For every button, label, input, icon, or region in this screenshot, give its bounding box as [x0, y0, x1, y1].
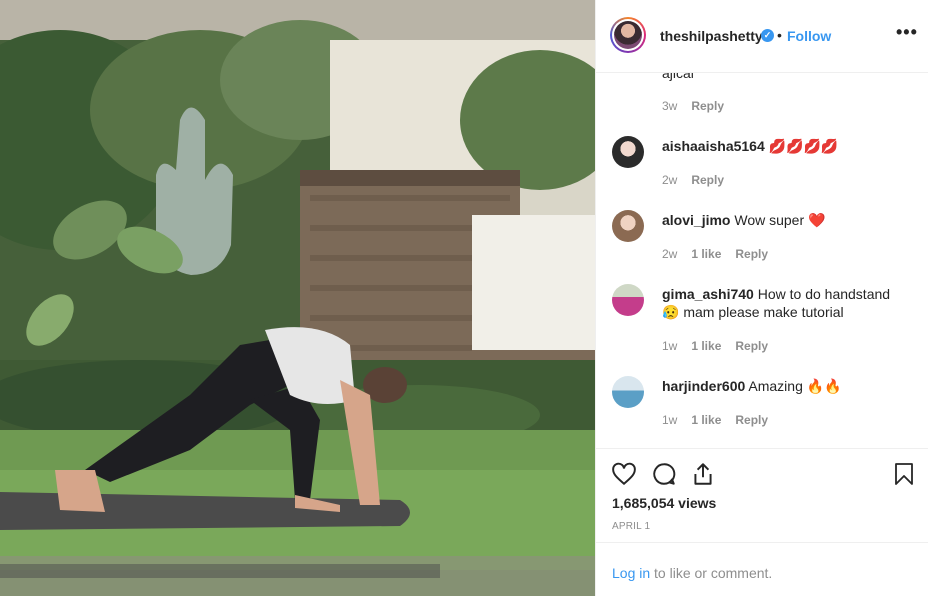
bookmark-icon[interactable] — [892, 461, 916, 487]
comment-time: 2w — [662, 173, 678, 187]
comment-likes[interactable]: 1 like — [691, 247, 721, 261]
video-frame-illustration — [0, 0, 595, 596]
comment-time: 1w — [662, 339, 678, 353]
comment-time: 2w — [662, 247, 678, 261]
post-header: theshilpashetty ✓ • Follow ••• — [596, 0, 928, 73]
comment-meta: 1w 1 like Reply — [662, 413, 768, 427]
comment-avatar[interactable] — [612, 136, 644, 168]
comment-body: Amazing 🔥🔥 — [748, 378, 842, 394]
login-prompt: Log in to like or comment. — [596, 542, 928, 597]
comment-meta: 2w 1 like Reply — [662, 247, 768, 261]
comment-meta: 1w 1 like Reply — [662, 339, 768, 353]
comment-avatar[interactable] — [612, 210, 644, 242]
reply-button[interactable]: Reply — [735, 413, 768, 427]
follow-button[interactable]: Follow — [787, 28, 831, 44]
partial-comment-meta: 3w Reply — [662, 99, 724, 113]
comment-time: 1w — [662, 413, 678, 427]
reply-button[interactable]: Reply — [735, 247, 768, 261]
comment-likes[interactable]: 1 like — [691, 339, 721, 353]
partial-comment-text: ajical — [662, 73, 694, 81]
comment-username[interactable]: harjinder600 — [662, 378, 745, 394]
comment-avatar[interactable] — [612, 284, 644, 316]
comment-username[interactable]: gima_ashi740 — [662, 286, 754, 302]
header-separator: • — [777, 27, 782, 43]
comment-username[interactable]: aishaaisha5164 — [662, 138, 765, 154]
comment-item: aishaaisha5164 💋💋💋💋 — [662, 137, 910, 155]
view-count[interactable]: 1,685,054 views — [612, 495, 716, 511]
login-link[interactable]: Log in — [612, 565, 650, 581]
comment-likes[interactable]: 1 like — [691, 413, 721, 427]
login-text: Log in to like or comment. — [612, 565, 772, 581]
comment-username[interactable]: alovi_jimo — [662, 212, 730, 228]
comment-meta: 2w Reply — [662, 173, 724, 187]
verified-badge-icon: ✓ — [761, 29, 774, 42]
comment-body: 💋💋💋💋 — [768, 138, 839, 154]
post-video[interactable] — [0, 0, 595, 596]
post-actions: 1,685,054 views APRIL 1 — [596, 448, 928, 543]
comment-body: Wow super ❤️ — [734, 212, 826, 228]
comment-item: harjinder600 Amazing 🔥🔥 — [662, 377, 910, 395]
share-icon[interactable] — [690, 461, 716, 487]
comment-item: gima_ashi740 How to do handstand 😥 mam p… — [662, 285, 910, 321]
comments-list[interactable]: ajical 3w Reply aishaaisha5164 💋💋💋💋 2w Rep… — [596, 73, 928, 448]
post-date[interactable]: APRIL 1 — [612, 521, 650, 532]
reply-button[interactable]: Reply — [735, 339, 768, 353]
comment-icon[interactable] — [651, 461, 677, 487]
reply-button[interactable]: Reply — [691, 99, 724, 113]
post-side-panel: theshilpashetty ✓ • Follow ••• ajical 3w… — [595, 0, 928, 596]
author-username[interactable]: theshilpashetty — [660, 28, 763, 44]
heart-icon[interactable] — [611, 461, 637, 487]
author-avatar[interactable] — [610, 17, 646, 53]
reply-button[interactable]: Reply — [691, 173, 724, 187]
more-options-icon[interactable]: ••• — [896, 22, 918, 43]
comment-item: alovi_jimo Wow super ❤️ — [662, 211, 910, 229]
comment-time: 3w — [662, 99, 678, 113]
login-suffix: to like or comment. — [650, 565, 773, 581]
comment-avatar[interactable] — [612, 376, 644, 408]
